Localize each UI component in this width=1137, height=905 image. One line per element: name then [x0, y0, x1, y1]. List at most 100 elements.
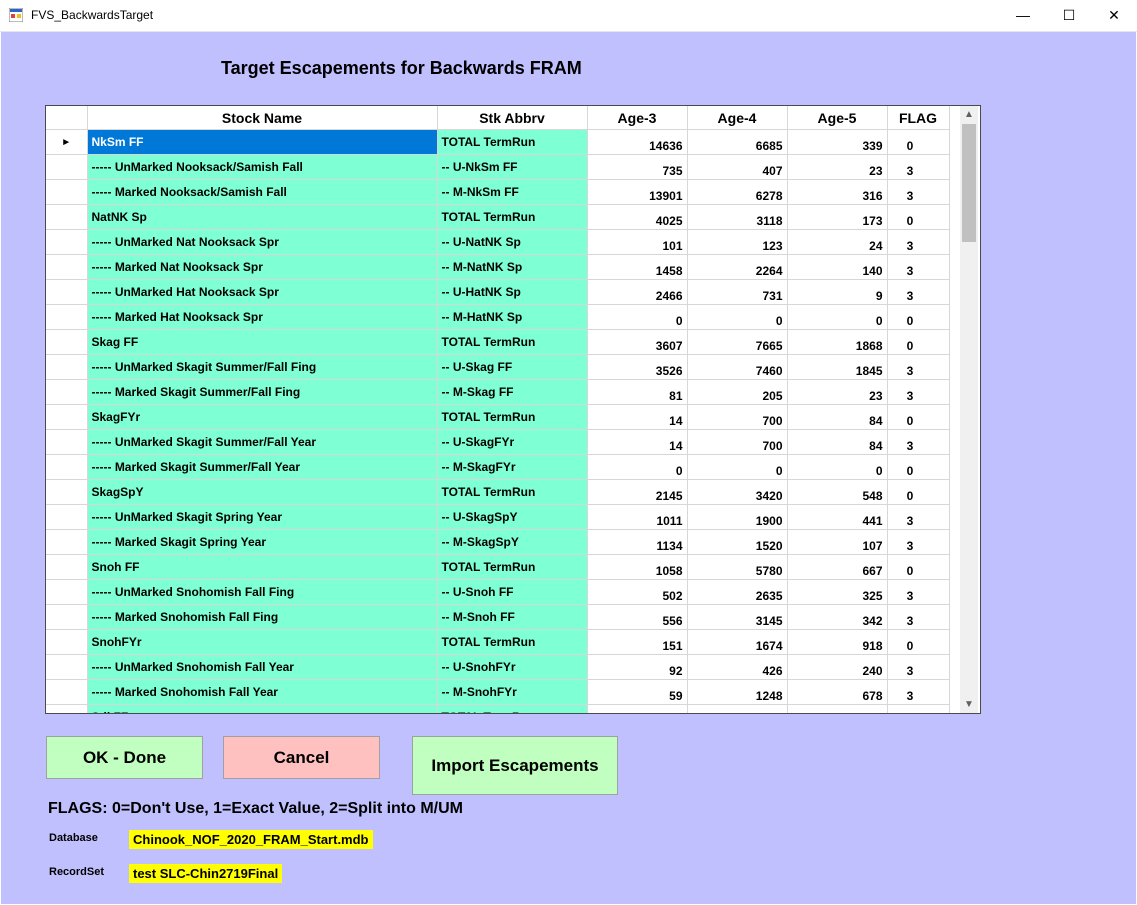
age5-cell[interactable]: 339: [787, 129, 888, 155]
stock-name-cell[interactable]: ----- UnMarked Snohomish Fall Fing: [87, 579, 438, 605]
stock-name-cell[interactable]: ----- UnMarked Nooksack/Samish Fall: [87, 154, 438, 180]
age4-cell[interactable]: 2264: [687, 254, 788, 280]
age3-cell[interactable]: 735: [587, 154, 688, 180]
stk-abbrv-cell[interactable]: -- M-SkagSpY: [437, 529, 588, 555]
flag-cell[interactable]: 3: [887, 179, 950, 205]
table-row[interactable]: ----- UnMarked Nooksack/Samish Fall -- U-…: [46, 154, 950, 180]
stk-abbrv-cell[interactable]: -- M-Snoh FF: [437, 604, 588, 630]
age5-cell[interactable]: 0: [787, 454, 888, 480]
stk-abbrv-cell[interactable]: TOTAL TermRun: [437, 479, 588, 505]
age5-cell[interactable]: 9: [787, 279, 888, 305]
stk-abbrv-cell[interactable]: -- U-Snoh FF: [437, 579, 588, 605]
flag-cell[interactable]: 0: [887, 704, 950, 713]
stk-abbrv-cell[interactable]: TOTAL TermRun: [437, 129, 588, 155]
table-row[interactable]: SkagSpY TOTAL TermRun 2145 3420 548 0: [46, 479, 950, 505]
flag-cell[interactable]: 0: [887, 204, 950, 230]
flag-cell[interactable]: 3: [887, 604, 950, 630]
stock-name-cell[interactable]: Snoh FF: [87, 554, 438, 580]
stk-abbrv-cell[interactable]: -- U-SkagSpY: [437, 504, 588, 530]
age4-cell[interactable]: 123: [687, 229, 788, 255]
age5-cell[interactable]: 1868: [787, 329, 888, 355]
table-row[interactable]: ----- Marked Hat Nooksack Spr -- M-HatNK …: [46, 304, 950, 330]
stk-abbrv-cell[interactable]: TOTAL TermRun: [437, 204, 588, 230]
maximize-icon[interactable]: ☐: [1046, 0, 1092, 31]
age4-cell[interactable]: 6685: [687, 129, 788, 155]
vertical-scrollbar[interactable]: ▲ ▼: [960, 106, 978, 713]
age5-cell[interactable]: 84: [787, 404, 888, 430]
stk-abbrv-cell[interactable]: -- U-Skag FF: [437, 354, 588, 380]
flag-cell[interactable]: 0: [887, 479, 950, 505]
flag-cell[interactable]: 0: [887, 554, 950, 580]
age4-cell[interactable]: 3118: [687, 204, 788, 230]
table-row[interactable]: ----- UnMarked Snohomish Fall Year -- U-S…: [46, 654, 950, 680]
flag-cell[interactable]: 3: [887, 504, 950, 530]
flag-cell[interactable]: 3: [887, 654, 950, 680]
age3-cell[interactable]: 3526: [587, 354, 688, 380]
flag-cell[interactable]: 3: [887, 379, 950, 405]
row-header[interactable]: [46, 679, 88, 705]
table-row[interactable]: ----- Marked Snohomish Fall Year -- M-Sno…: [46, 679, 950, 705]
stock-name-cell[interactable]: ----- UnMarked Skagit Summer/Fall Year: [87, 429, 438, 455]
stock-name-cell[interactable]: ----- UnMarked Nat Nooksack Spr: [87, 229, 438, 255]
table-row[interactable]: ----- UnMarked Skagit Summer/Fall Fing --…: [46, 354, 950, 380]
stk-abbrv-cell[interactable]: -- U-HatNK Sp: [437, 279, 588, 305]
age4-cell[interactable]: 0: [687, 304, 788, 330]
age3-cell[interactable]: 272: [587, 704, 688, 713]
age3-cell[interactable]: 92: [587, 654, 688, 680]
row-header[interactable]: [46, 579, 88, 605]
age5-cell[interactable]: 240: [787, 654, 888, 680]
row-header[interactable]: [46, 329, 88, 355]
stk-abbrv-cell[interactable]: -- M-SkagFYr: [437, 454, 588, 480]
scroll-thumb[interactable]: [962, 124, 976, 242]
age3-cell[interactable]: 1458: [587, 254, 688, 280]
stock-name-cell[interactable]: ----- Marked Skagit Spring Year: [87, 529, 438, 555]
age5-cell[interactable]: 107: [787, 529, 888, 555]
age3-cell[interactable]: 14636: [587, 129, 688, 155]
table-row[interactable]: Stil FFTOTAL TermRun272524920: [46, 704, 950, 713]
age5-cell[interactable]: 24: [787, 229, 888, 255]
age4-cell[interactable]: 700: [687, 404, 788, 430]
age3-cell[interactable]: 151: [587, 629, 688, 655]
table-row[interactable]: SkagFYr TOTAL TermRun 14 700 84 0: [46, 404, 950, 430]
row-header[interactable]: ►: [46, 129, 88, 155]
row-header[interactable]: [46, 354, 88, 380]
cancel-button[interactable]: Cancel: [223, 736, 380, 779]
row-header[interactable]: [46, 154, 88, 180]
table-row[interactable]: ----- Marked Skagit Summer/Fall Fing -- M…: [46, 379, 950, 405]
table-row[interactable]: Skag FF TOTAL TermRun 3607 7665 1868 0: [46, 329, 950, 355]
stk-abbrv-cell[interactable]: -- M-NkSm FF: [437, 179, 588, 205]
flag-cell[interactable]: 3: [887, 254, 950, 280]
flag-cell[interactable]: 0: [887, 629, 950, 655]
column-header-stock-name[interactable]: Stock Name: [87, 106, 438, 130]
age5-cell[interactable]: 918: [787, 629, 888, 655]
row-header[interactable]: [46, 179, 88, 205]
stock-name-cell[interactable]: ----- UnMarked Skagit Summer/Fall Fing: [87, 354, 438, 380]
column-header-age5[interactable]: Age-5: [787, 106, 888, 130]
age4-cell[interactable]: 524: [687, 704, 788, 713]
stock-name-cell[interactable]: ----- UnMarked Hat Nooksack Spr: [87, 279, 438, 305]
flag-cell[interactable]: 3: [887, 429, 950, 455]
table-row[interactable]: ----- Marked Nat Nooksack Spr -- M-NatNK …: [46, 254, 950, 280]
row-header[interactable]: [46, 654, 88, 680]
table-row[interactable]: ----- UnMarked Skagit Summer/Fall Year --…: [46, 429, 950, 455]
table-row[interactable]: ----- Marked Skagit Summer/Fall Year -- M…: [46, 454, 950, 480]
row-header[interactable]: [46, 304, 88, 330]
row-header[interactable]: [46, 204, 88, 230]
stk-abbrv-cell[interactable]: TOTAL TermRun: [437, 704, 588, 713]
table-row[interactable]: ----- Marked Skagit Spring Year -- M-Skag…: [46, 529, 950, 555]
table-row[interactable]: ► NkSm FF TOTAL TermRun 14636 6685 339 0: [46, 129, 950, 155]
stk-abbrv-cell[interactable]: -- U-NatNK Sp: [437, 229, 588, 255]
stock-name-cell[interactable]: ----- UnMarked Skagit Spring Year: [87, 504, 438, 530]
row-header[interactable]: [46, 629, 88, 655]
flag-cell[interactable]: 3: [887, 354, 950, 380]
age3-cell[interactable]: 502: [587, 579, 688, 605]
stk-abbrv-cell[interactable]: TOTAL TermRun: [437, 404, 588, 430]
age3-cell[interactable]: 14: [587, 429, 688, 455]
row-header[interactable]: [46, 379, 88, 405]
age3-cell[interactable]: 1134: [587, 529, 688, 555]
table-row[interactable]: Snoh FF TOTAL TermRun 1058 5780 667 0: [46, 554, 950, 580]
age3-cell[interactable]: 14: [587, 404, 688, 430]
stock-name-cell[interactable]: SkagFYr: [87, 404, 438, 430]
age4-cell[interactable]: 3420: [687, 479, 788, 505]
age5-cell[interactable]: 548: [787, 479, 888, 505]
